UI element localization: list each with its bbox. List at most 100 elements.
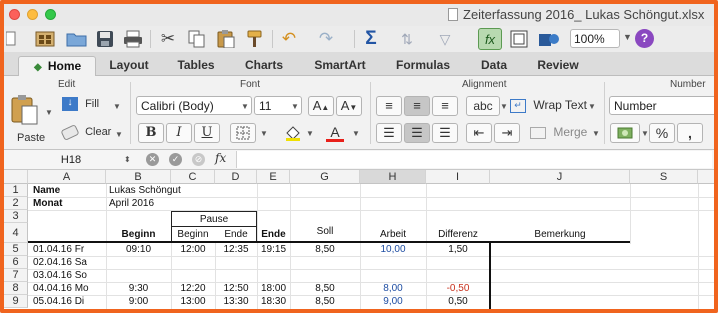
wrap-text-dropdown-icon[interactable]: ▼	[588, 102, 596, 111]
row-header-3[interactable]: 3	[4, 210, 28, 223]
cell-e8[interactable]: 18:00	[257, 282, 290, 295]
cell-g9[interactable]: 8,50	[290, 295, 360, 308]
cell-i8[interactable]: -0,50	[426, 282, 490, 295]
paste-icon[interactable]	[215, 28, 237, 50]
cell-d4[interactable]: Ende	[215, 228, 257, 241]
fill-button[interactable]: ↓ Fill	[62, 97, 99, 111]
cell-d9[interactable]: 13:30	[215, 295, 257, 308]
minimize-window-button[interactable]	[27, 9, 38, 20]
paste-button[interactable]	[10, 94, 40, 129]
autosum-icon[interactable]: Σ	[361, 28, 381, 50]
borders-button[interactable]	[230, 123, 256, 143]
decrease-indent-button[interactable]: ⇤	[466, 123, 492, 143]
fill-dropdown-icon[interactable]: ▼	[113, 102, 121, 111]
tab-smartart[interactable]: SmartArt	[300, 56, 380, 76]
tab-tables[interactable]: Tables	[164, 56, 228, 76]
sort-icon[interactable]: ⇅	[396, 28, 418, 50]
cell-e4[interactable]: Ende	[257, 228, 290, 241]
cell-e5[interactable]: 19:15	[257, 243, 290, 256]
column-header-h[interactable]: H	[360, 170, 426, 184]
cell-b9[interactable]: 9:00	[106, 295, 171, 308]
cell-j4[interactable]: Bemerkung	[490, 228, 630, 241]
cell-h9[interactable]: 9,00	[360, 295, 426, 308]
font-size-dropdown-icon[interactable]: ▼	[291, 102, 299, 111]
tab-formulas[interactable]: Formulas	[384, 56, 462, 76]
cancel-formula-icon[interactable]: ✕	[146, 153, 159, 166]
align-center-button[interactable]: ☰	[404, 123, 430, 143]
font-name-select[interactable]: Calibri (Body)	[136, 96, 252, 115]
select-all-corner[interactable]	[4, 170, 28, 184]
font-color-button[interactable]: A	[322, 123, 348, 143]
tab-layout[interactable]: Layout	[98, 56, 160, 76]
cell-b1[interactable]: Lukas Schöngut	[109, 184, 181, 197]
fill-color-button[interactable]	[280, 123, 306, 143]
column-header-next[interactable]	[698, 170, 714, 184]
cell-g8[interactable]: 8,50	[290, 282, 360, 295]
cell-b8[interactable]: 9:30	[106, 282, 171, 295]
cell-b4[interactable]: Beginn	[106, 228, 171, 241]
column-header-b[interactable]: B	[106, 170, 171, 184]
tab-home[interactable]: ◆ Home	[18, 56, 96, 76]
undo-icon[interactable]: ↶	[278, 28, 300, 50]
comma-style-button[interactable]: ,	[677, 123, 703, 143]
name-box[interactable]: H18	[10, 152, 132, 168]
cell-b5[interactable]: 09:10	[106, 243, 171, 256]
cut-icon[interactable]: ✂	[157, 28, 179, 50]
cell-a1[interactable]: Name	[33, 184, 60, 197]
formula-builder-icon[interactable]: fx	[478, 28, 502, 50]
cell-e9[interactable]: 18:30	[257, 295, 290, 308]
name-box-dropdown-icon[interactable]: ⬍	[124, 155, 131, 164]
cell-g5[interactable]: 8,50	[290, 243, 360, 256]
italic-button[interactable]: I	[166, 123, 192, 143]
row-header-5[interactable]: 5	[4, 243, 28, 256]
open-folder-icon[interactable]	[65, 28, 89, 50]
cell-c8[interactable]: 12:20	[171, 282, 215, 295]
clear-dropdown-icon[interactable]: ▼	[115, 130, 123, 139]
column-header-d[interactable]: D	[215, 170, 257, 184]
text-orientation-dropdown-icon[interactable]: ▼	[500, 102, 508, 111]
column-header-c[interactable]: C	[171, 170, 215, 184]
cell-pause-header[interactable]: Pause	[171, 213, 257, 226]
insert-function-icon[interactable]: ⊘	[192, 153, 205, 166]
formula-input[interactable]	[236, 151, 712, 168]
clear-button[interactable]: Clear	[60, 123, 111, 141]
paste-dropdown-icon[interactable]: ▼	[45, 108, 53, 117]
align-right-button[interactable]: ☰	[432, 123, 458, 143]
new-icon[interactable]	[4, 28, 18, 50]
percent-style-button[interactable]: %	[649, 123, 675, 143]
redo-icon[interactable]: ↷	[315, 28, 337, 50]
media-browser-icon[interactable]	[537, 28, 561, 50]
save-icon[interactable]	[95, 28, 115, 50]
row-header-9[interactable]: 9	[4, 295, 28, 308]
text-orientation-button[interactable]: abc	[466, 96, 500, 116]
cell-a5[interactable]: 01.04.16 Fr	[33, 243, 84, 256]
zoom-select[interactable]: 100%	[570, 29, 620, 48]
increase-font-size-button[interactable]: A▲	[308, 96, 334, 116]
cell-a7[interactable]: 03.04.16 So	[33, 269, 87, 282]
filter-icon[interactable]: ▽	[434, 28, 456, 50]
row-header-8[interactable]: 8	[4, 282, 28, 295]
zoom-window-button[interactable]	[45, 9, 56, 20]
decrease-font-size-button[interactable]: A▼	[336, 96, 362, 116]
align-middle-button[interactable]: ≡	[404, 96, 430, 116]
cell-d5[interactable]: 12:35	[215, 243, 257, 256]
column-header-a[interactable]: A	[28, 170, 106, 184]
cell-a2[interactable]: Monat	[33, 197, 62, 210]
font-color-dropdown-icon[interactable]: ▼	[352, 129, 360, 138]
help-button[interactable]: ?	[635, 29, 654, 48]
zoom-dropdown-icon[interactable]: ▼	[623, 32, 632, 42]
show-gallery-icon[interactable]	[509, 28, 529, 50]
align-left-button[interactable]: ☰	[376, 123, 402, 143]
cell-c9[interactable]: 13:00	[171, 295, 215, 308]
row-header-4[interactable]: 4	[4, 223, 28, 243]
borders-dropdown-icon[interactable]: ▼	[260, 129, 268, 138]
accounting-format-button[interactable]	[610, 123, 640, 143]
cell-i4[interactable]: Differenz	[426, 228, 490, 241]
align-bottom-button[interactable]: ≡	[432, 96, 458, 116]
underline-button[interactable]: U	[194, 123, 220, 143]
cell-i9[interactable]: 0,50	[426, 295, 490, 308]
accept-formula-icon[interactable]: ✓	[169, 153, 182, 166]
cell-a9[interactable]: 05.04.16 Di	[33, 295, 84, 308]
cell-c5[interactable]: 12:00	[171, 243, 215, 256]
cell-a6[interactable]: 02.04.16 Sa	[33, 256, 87, 269]
